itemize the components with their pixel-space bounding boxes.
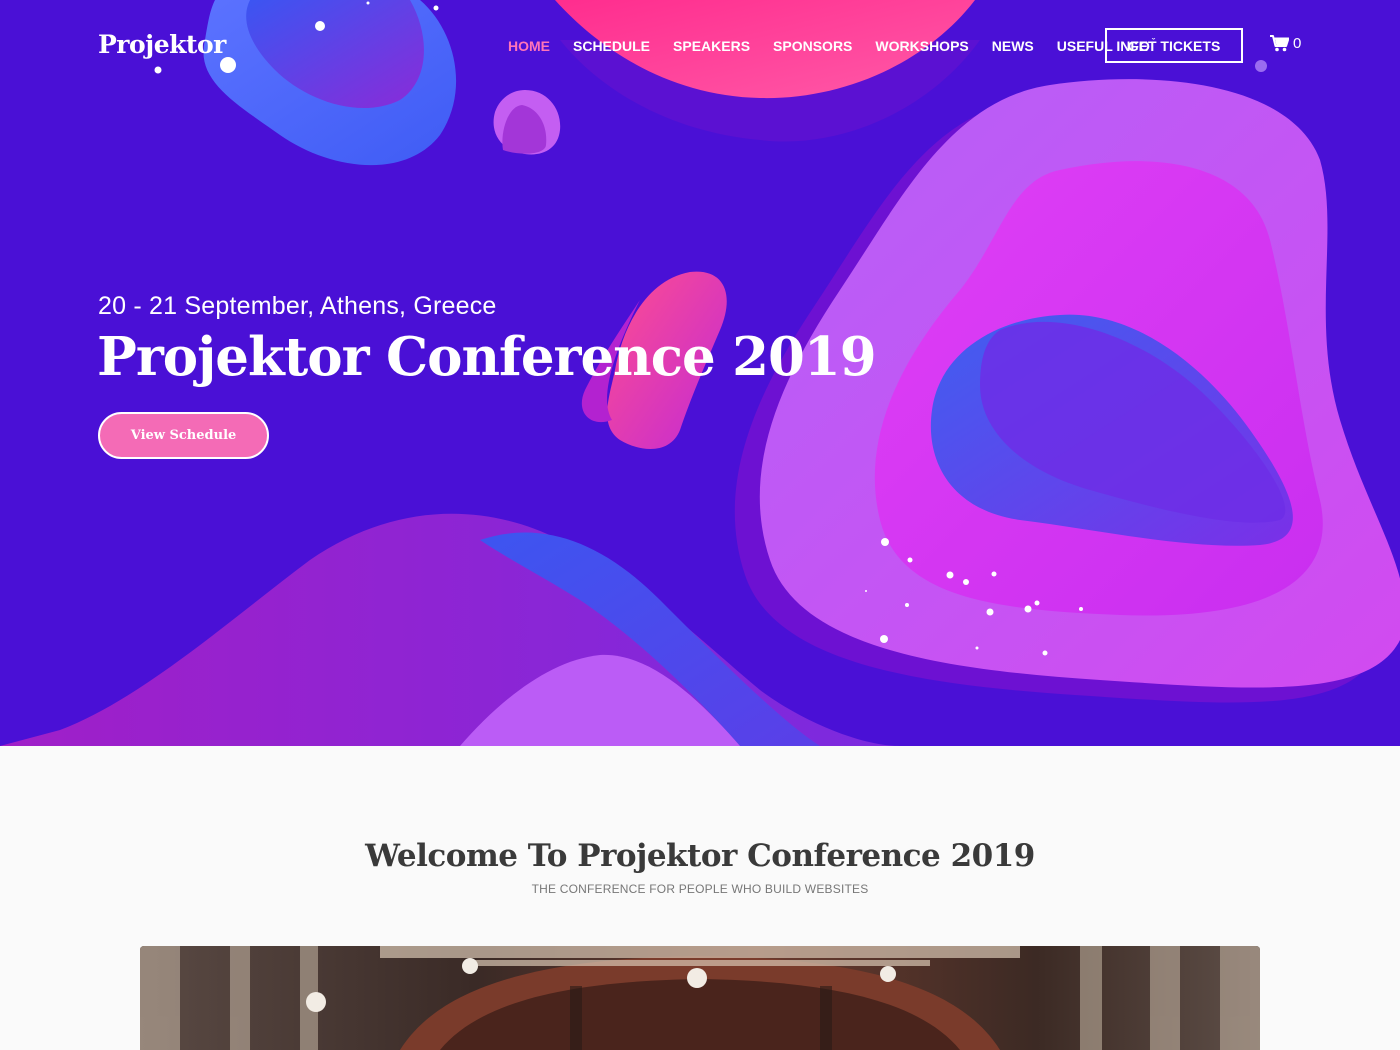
- get-tickets-button[interactable]: GET TICKETS: [1105, 28, 1243, 63]
- nav-item-label: NEWS: [991, 38, 1034, 54]
- venue-photo-illustration: [140, 946, 1260, 1050]
- nav-item-label: SPONSORS: [773, 38, 853, 54]
- nav-item-label: SPEAKERS: [673, 38, 751, 54]
- nav-item-workshops[interactable]: WORKSHOPS: [875, 38, 968, 54]
- nav-item-news[interactable]: NEWS: [992, 38, 1034, 54]
- cart-button[interactable]: 0: [1270, 35, 1301, 52]
- cart-count: 0: [1293, 35, 1302, 52]
- nav-item-home[interactable]: HOME: [508, 38, 550, 54]
- hero-section: Projektor HOME SCHEDULE SPEAKERS SPONSOR…: [0, 0, 1400, 746]
- view-schedule-button[interactable]: View Schedule: [98, 412, 269, 459]
- nav-item-label: SCHEDULE: [573, 38, 651, 54]
- event-date-location: 20 - 21 September, Athens, Greece: [98, 292, 497, 320]
- welcome-subtitle: THE CONFERENCE FOR PEOPLE WHO BUILD WEBS…: [531, 882, 869, 896]
- hero-title: Projektor Conference 2019: [97, 326, 877, 388]
- nav-item-schedule[interactable]: SCHEDULE: [573, 38, 650, 54]
- nav-item-speakers[interactable]: SPEAKERS: [673, 38, 750, 54]
- nav-item-sponsors[interactable]: SPONSORS: [773, 38, 852, 54]
- main-nav: HOME SCHEDULE SPEAKERS SPONSORS WORKSHOP…: [508, 36, 1178, 56]
- site-logo[interactable]: Projektor: [98, 30, 226, 59]
- nav-item-label: WORKSHOPS: [875, 38, 969, 54]
- venue-photo: [140, 946, 1260, 1050]
- shopping-cart-icon: [1270, 35, 1289, 52]
- nav-item-label: HOME: [508, 38, 550, 54]
- welcome-title: Welcome To Projektor Conference 2019: [365, 838, 1035, 874]
